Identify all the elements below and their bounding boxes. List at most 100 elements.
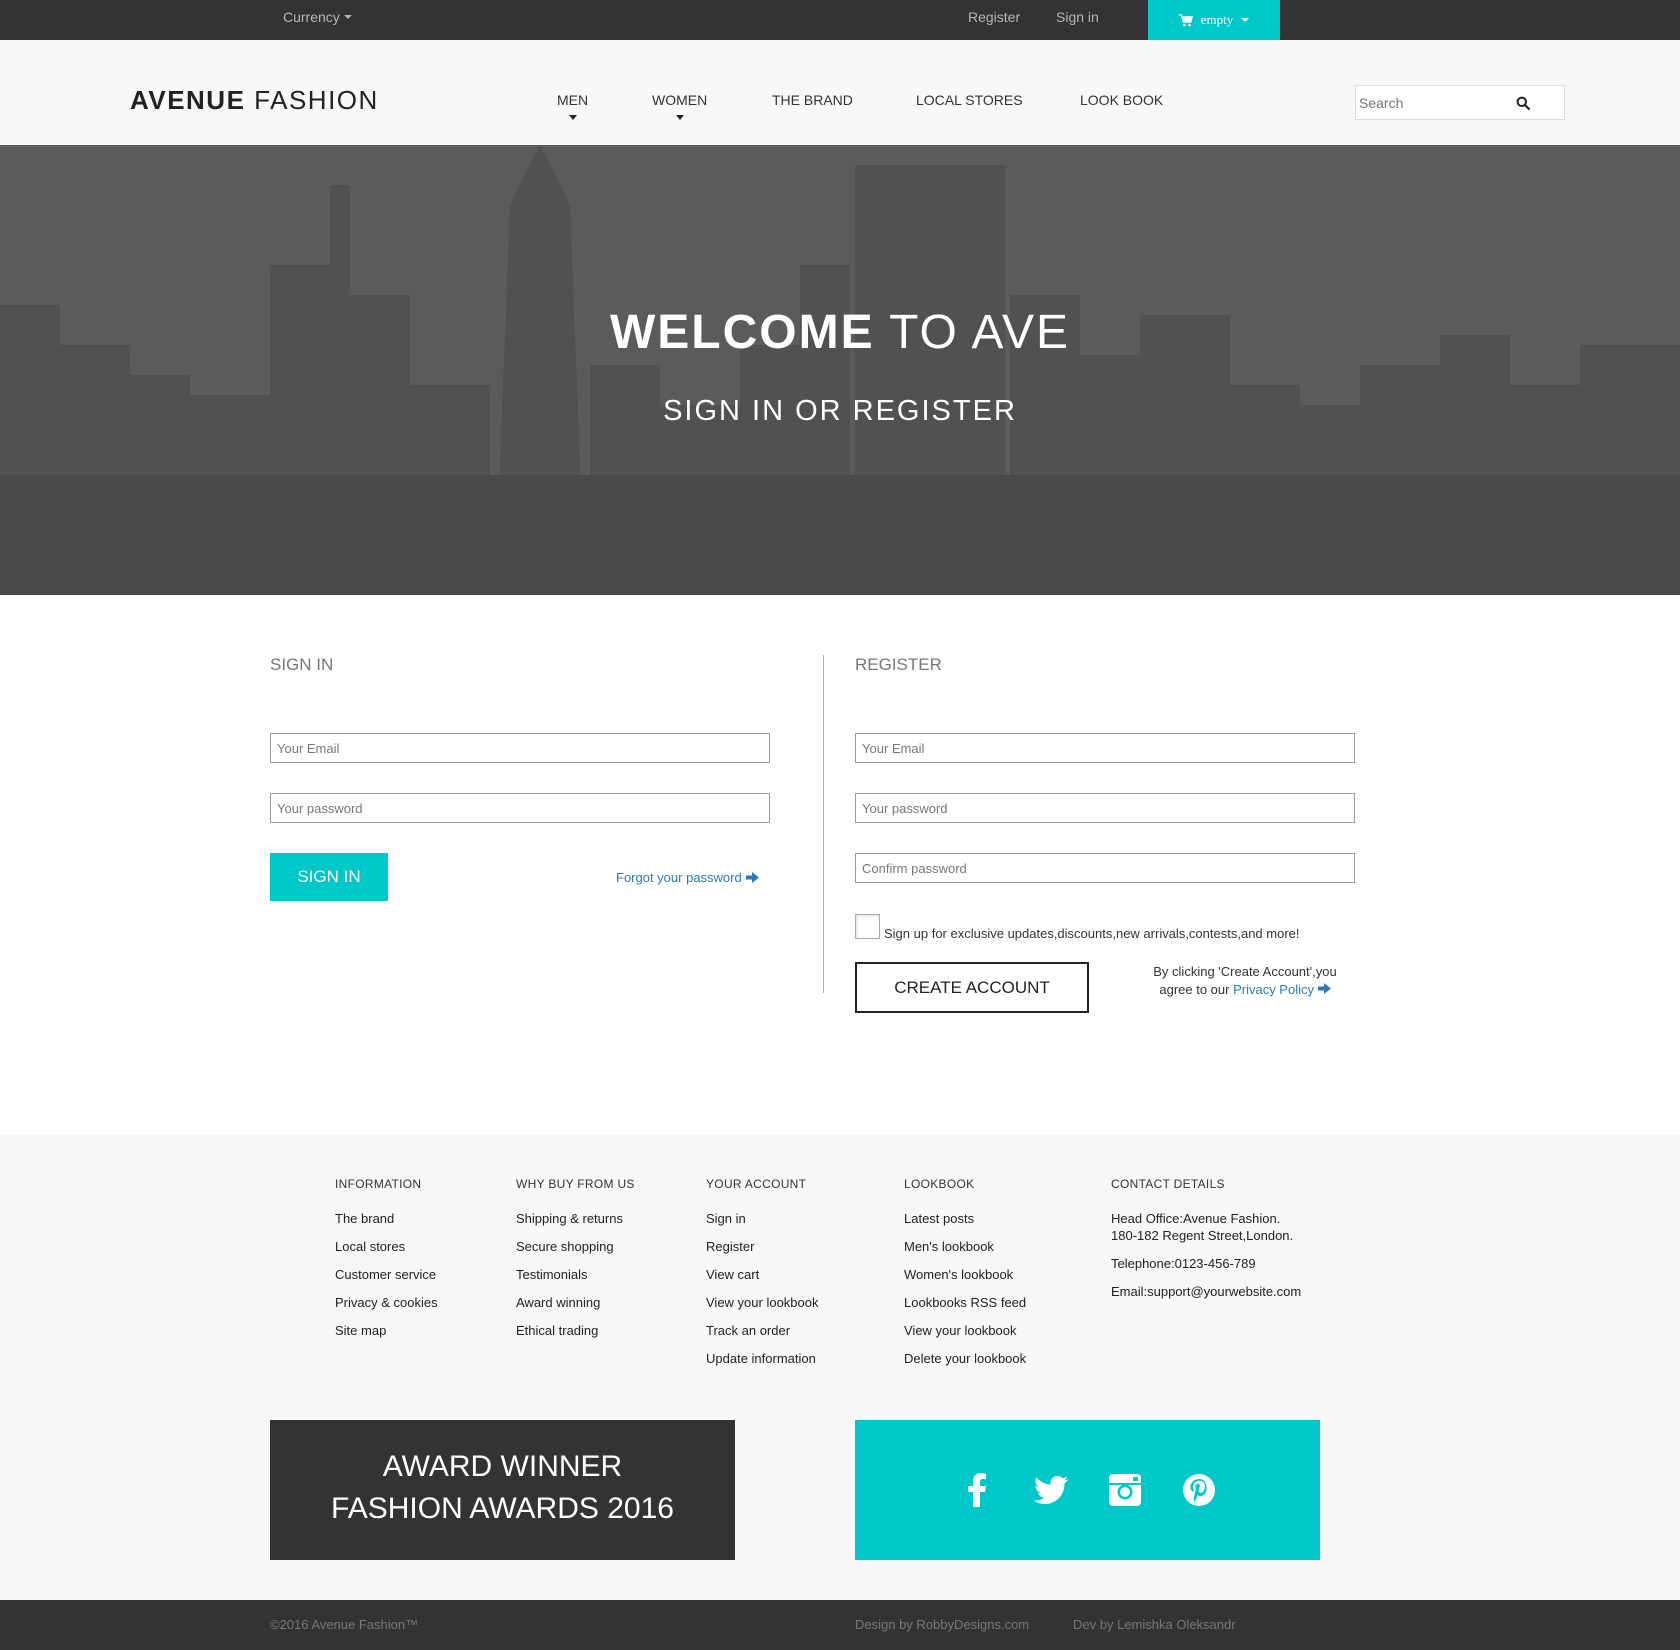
footer-link[interactable]: Customer service [335, 1266, 438, 1283]
nav-label: LOOK BOOK [1080, 92, 1164, 108]
twitter-icon[interactable] [1032, 1471, 1070, 1509]
footer-heading: INFORMATION [335, 1177, 422, 1191]
footer-link[interactable]: Testimonials [516, 1266, 635, 1283]
site-header: AVENUE FASHION MEN WOMEN THE BRAND LOCAL… [0, 40, 1680, 145]
arrow-right-icon [745, 872, 759, 883]
footer-link[interactable]: Register [706, 1238, 819, 1255]
nav-look-book[interactable]: LOOK BOOK [1080, 92, 1163, 108]
arrow-right-icon [1317, 983, 1331, 994]
register-email-input[interactable] [856, 734, 1354, 762]
footer-link[interactable]: View cart [706, 1266, 819, 1283]
currency-dropdown[interactable]: Currency [283, 9, 352, 25]
hero-subtitle: SIGN IN OR REGISTER [663, 395, 1017, 427]
nav-label: THE BRAND [772, 92, 853, 108]
copyright: ©2016 Avenue Fashion™ [270, 1617, 419, 1632]
top-bar: Currency Register Sign in empty [0, 0, 1680, 40]
search-input[interactable] [1356, 86, 1516, 119]
chevron-down-icon [343, 15, 352, 19]
footer-heading: YOUR ACCOUNT [706, 1177, 807, 1191]
facebook-icon[interactable] [958, 1471, 996, 1509]
hero-overlay [0, 145, 1680, 595]
contact-email[interactable]: Email:support@yourwebsite.com [1111, 1283, 1301, 1300]
signin-email-field [270, 733, 770, 763]
nav-label: MEN [557, 92, 589, 108]
privacy-notice: By clicking 'Create Account',you agree t… [1130, 963, 1360, 999]
chevron-down-icon [1241, 18, 1250, 22]
footer-link[interactable]: Site map [335, 1322, 438, 1339]
footer-link[interactable]: Award winning [516, 1294, 635, 1311]
privacy-notice-line1: By clicking 'Create Account',you [1153, 964, 1337, 979]
search-icon[interactable] [1516, 96, 1530, 110]
cart-status: empty [1200, 12, 1234, 27]
footer-link[interactable]: Local stores [335, 1238, 438, 1255]
site-footer: INFORMATION The brand Local stores Custo… [0, 1135, 1680, 1600]
privacy-notice-text: agree to our [1159, 982, 1234, 997]
logo-bold: AVENUE [130, 85, 246, 115]
caret-down-icon [675, 115, 684, 120]
footer-link[interactable]: The brand [335, 1210, 438, 1227]
footer-column-information: INFORMATION The brand Local stores Custo… [335, 1177, 438, 1350]
privacy-policy-label: Privacy Policy [1233, 982, 1314, 997]
hero-title-bold: WELCOME [609, 306, 875, 359]
register-confirm-field [855, 853, 1355, 883]
column-divider [823, 655, 824, 993]
privacy-notice-line2: agree to our Privacy Policy [1130, 981, 1360, 999]
hero-title: WELCOME TO AVE [0, 305, 1680, 360]
nav-men[interactable]: MEN [557, 92, 588, 120]
signin-title: SIGN IN [270, 655, 334, 674]
footer-link[interactable]: Track an order [706, 1322, 819, 1339]
footer-link[interactable]: Shipping & returns [516, 1210, 635, 1227]
footer-link[interactable]: View your lookbook [706, 1294, 819, 1311]
footer-link[interactable]: Ethical trading [516, 1322, 635, 1339]
newsletter-checkbox[interactable] [855, 914, 880, 939]
footer-link[interactable]: Delete your lookbook [904, 1350, 1026, 1367]
footer-link[interactable]: Latest posts [904, 1210, 1026, 1227]
nav-the-brand[interactable]: THE BRAND [772, 92, 853, 108]
social-links [855, 1420, 1320, 1560]
dev-credit-link[interactable]: Dev by Lemishka Oleksandr [1073, 1617, 1236, 1632]
pinterest-icon[interactable] [1180, 1471, 1218, 1509]
footer-link[interactable]: Men's lookbook [904, 1238, 1026, 1255]
award-line1: AWARD WINNER [382, 1450, 623, 1483]
register-password-field [855, 793, 1355, 823]
signin-email-input[interactable] [271, 734, 769, 762]
footer-column-lookbook: LOOKBOOK Latest posts Men's lookbook Wom… [904, 1177, 1026, 1378]
signin-password-input[interactable] [271, 794, 769, 822]
nav-women[interactable]: WOMEN [652, 92, 707, 120]
nav-local-stores[interactable]: LOCAL STORES [916, 92, 1023, 108]
cart-button[interactable]: empty [1148, 0, 1280, 40]
instagram-icon[interactable] [1106, 1471, 1144, 1509]
register-email-field [855, 733, 1355, 763]
footer-link[interactable]: Women's lookbook [904, 1266, 1026, 1283]
logo-light: FASHION [254, 85, 379, 115]
privacy-policy-link[interactable]: Privacy Policy [1233, 982, 1331, 997]
hero-title-light: TO AVE [889, 306, 1071, 359]
top-register-link[interactable]: Register [968, 9, 1020, 25]
footer-column-your-account: YOUR ACCOUNT Sign in Register View cart … [706, 1177, 819, 1378]
currency-label: Currency [283, 9, 340, 25]
nav-label: LOCAL STORES [916, 92, 1023, 108]
search-box [1355, 85, 1565, 120]
footer-link[interactable]: Privacy & cookies [335, 1294, 438, 1311]
design-credit-link[interactable]: Design by RobbyDesigns.com [855, 1617, 1029, 1632]
bottom-bar: ©2016 Avenue Fashion™ Design by RobbyDes… [0, 1600, 1680, 1650]
footer-link[interactable]: Sign in [706, 1210, 819, 1227]
contact-office-line1: Head Office:Avenue Fashion. [1111, 1211, 1281, 1226]
register-password-input[interactable] [856, 794, 1354, 822]
top-signin-link[interactable]: Sign in [1056, 9, 1099, 25]
create-account-button[interactable]: CREATE ACCOUNT [855, 962, 1089, 1013]
forgot-password-label: Forgot your password [616, 870, 742, 885]
register-confirm-input[interactable] [856, 854, 1354, 882]
forgot-password-link[interactable]: Forgot your password [616, 870, 759, 885]
footer-link[interactable]: Lookbooks RSS feed [904, 1294, 1026, 1311]
footer-link[interactable]: View your lookbook [904, 1322, 1026, 1339]
site-logo[interactable]: AVENUE FASHION [130, 85, 379, 116]
signin-button[interactable]: SIGN IN [270, 853, 388, 901]
footer-column-contact: CONTACT DETAILS Head Office:Avenue Fashi… [1111, 1177, 1301, 1311]
award-line2: FASHION AWARDS 2016 [331, 1492, 674, 1525]
footer-link[interactable]: Secure shopping [516, 1238, 635, 1255]
caret-down-icon [568, 115, 577, 120]
award-banner: AWARD WINNER FASHION AWARDS 2016 [270, 1420, 735, 1560]
footer-link[interactable]: Update information [706, 1350, 819, 1367]
nav-label: WOMEN [652, 92, 708, 108]
